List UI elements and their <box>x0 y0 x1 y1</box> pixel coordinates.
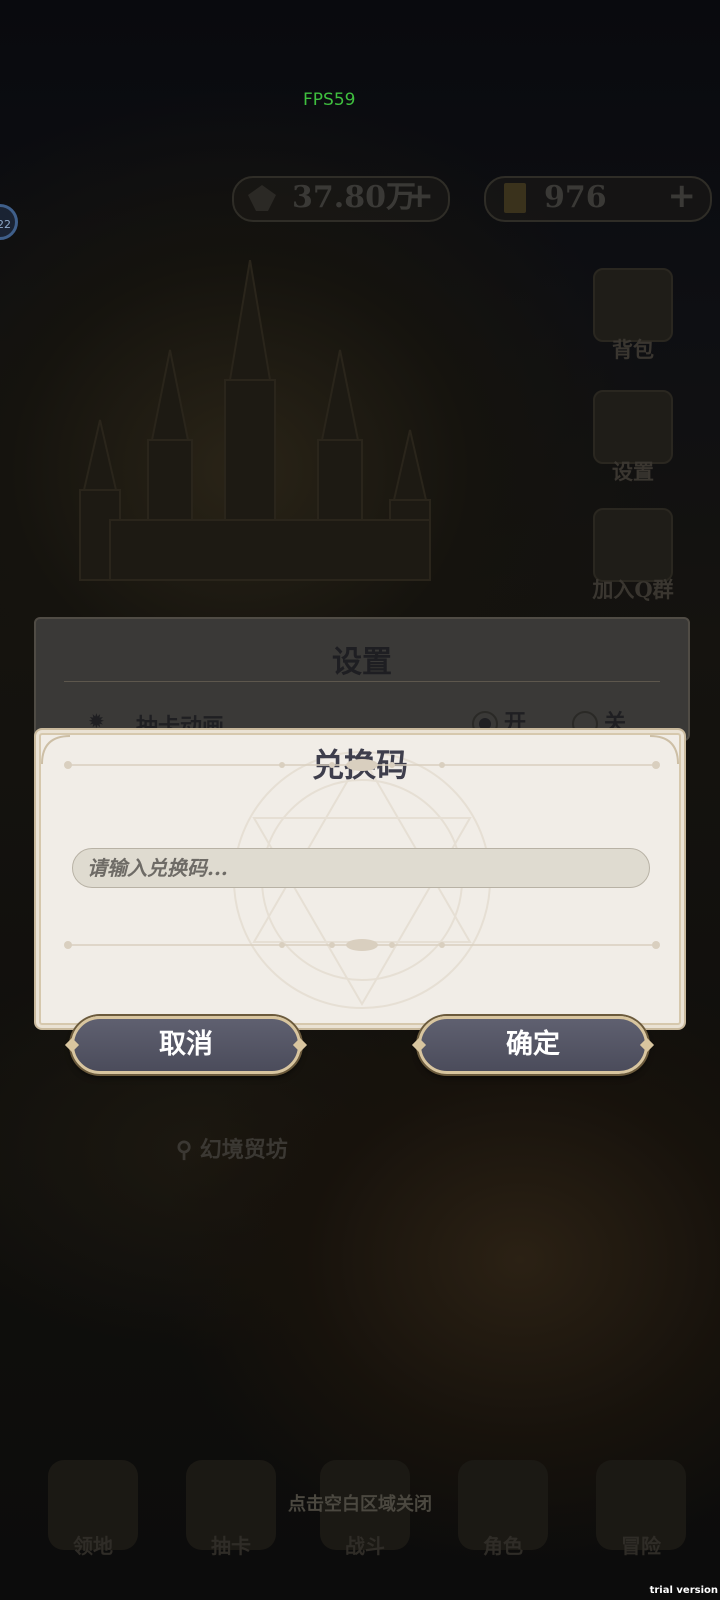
castle-illustration <box>79 260 431 581</box>
location-pin-icon: ⚲ <box>176 1137 193 1163</box>
currency-crystal-value: 37.80万 <box>292 180 416 215</box>
settings-dialog: 设置 ✹ 抽卡动画 开 关 <box>34 617 690 741</box>
qq-penguin-icon <box>593 508 673 582</box>
location-label[interactable]: ⚲ 幻境贸坊 <box>176 1132 288 1164</box>
bottom-tab-bar: 领地 抽卡 战斗 角色 冒险 <box>0 1460 720 1600</box>
settings-label: 设置 <box>612 459 654 484</box>
add-crystal-button[interactable]: + <box>406 176 435 216</box>
backpack-label: 背包 <box>612 337 654 362</box>
backpack-button[interactable]: 背包 <box>590 268 676 364</box>
settings-divider <box>64 681 660 682</box>
join-qq-label: 加入Q群 <box>592 577 674 602</box>
settings-side-button[interactable]: 设置 <box>590 390 676 486</box>
cancel-button[interactable]: 取消 <box>71 1016 301 1074</box>
add-ticket-button[interactable]: + <box>668 176 697 216</box>
ornament-divider <box>64 759 660 771</box>
tab-territory[interactable]: 领地 <box>38 1460 148 1590</box>
settings-title: 设置 <box>332 645 392 680</box>
ticket-icon <box>504 183 526 213</box>
backpack-icon <box>593 268 673 342</box>
redeem-code-dialog: 兑换码 <box>34 728 686 1030</box>
tab-battle[interactable]: 战斗 <box>310 1460 420 1590</box>
close-hint: 点击空白区域关闭 <box>288 1494 432 1515</box>
crystal-icon <box>248 185 276 211</box>
trial-watermark: trial version <box>649 1585 718 1596</box>
gear-icon <box>593 390 673 464</box>
redeem-code-input[interactable] <box>72 848 650 888</box>
currency-crystal[interactable]: 37.80万 + <box>232 176 450 222</box>
tab-adventure[interactable]: 冒险 <box>586 1460 696 1590</box>
currency-ticket-value: 976 <box>544 180 607 215</box>
tab-gacha[interactable]: 抽卡 <box>176 1460 286 1590</box>
ornament-divider <box>64 939 660 951</box>
join-qq-group-button[interactable]: 加入Q群 <box>590 508 676 604</box>
tab-character[interactable]: 角色 <box>448 1460 558 1590</box>
confirm-button[interactable]: 确定 <box>418 1016 648 1074</box>
fps-counter: FPS59 <box>303 90 356 110</box>
currency-ticket[interactable]: 976 + <box>484 176 712 222</box>
